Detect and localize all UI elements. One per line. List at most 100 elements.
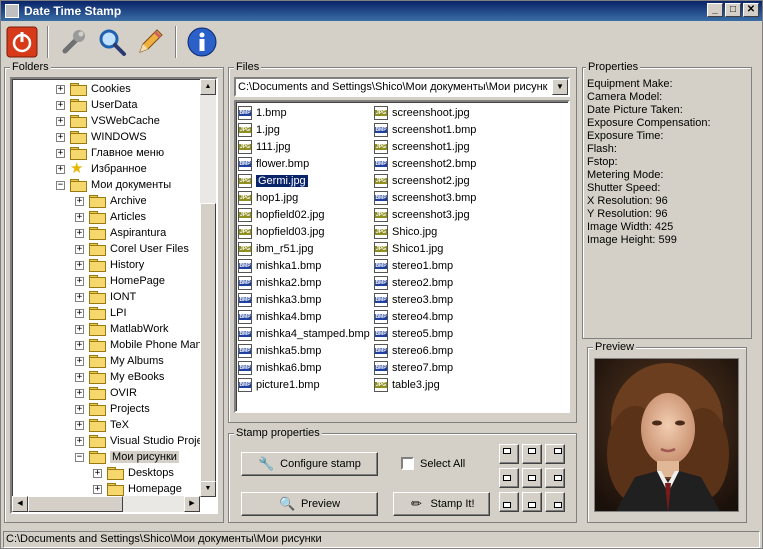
close-button[interactable]: ✕ [743, 3, 759, 17]
file-item[interactable]: JPG Germi.jpg [238, 172, 308, 189]
expand-icon[interactable]: + [56, 116, 65, 126]
magnifier-icon[interactable] [95, 25, 129, 59]
expand-icon[interactable]: + [93, 468, 102, 478]
expand-icon[interactable]: + [75, 276, 84, 286]
scroll-up-button[interactable]: ▲ [200, 79, 216, 95]
tree-item[interactable]: + ★ Избранное [56, 161, 147, 177]
stamp-position-middle-right-button[interactable] [545, 468, 565, 488]
tree-item[interactable]: + Archive [75, 193, 147, 209]
file-item[interactable]: BMP stereo4.bmp [374, 308, 453, 325]
file-item[interactable]: BMP mishka6.bmp [238, 359, 321, 376]
tree-item[interactable]: + HomePage [75, 273, 165, 289]
expand-icon[interactable]: + [75, 308, 84, 318]
tree-item[interactable]: − Мои рисунки [75, 449, 179, 465]
path-combobox[interactable]: C:\Documents and Settings\Shico\Мои доку… [234, 77, 570, 97]
file-item[interactable]: JPG screenshoot.jpg [374, 104, 470, 121]
file-item[interactable]: BMP screenshot3.bmp [374, 189, 476, 206]
collapse-icon[interactable]: − [56, 180, 65, 190]
file-item[interactable]: BMP mishka5.bmp [238, 342, 321, 359]
preview-button[interactable]: 🔍 Preview [241, 492, 378, 516]
scroll-down-button[interactable]: ▼ [200, 481, 216, 497]
hscroll-thumb[interactable] [28, 496, 123, 512]
minimize-button[interactable]: _ [707, 3, 723, 17]
file-item[interactable]: BMP flower.bmp [238, 155, 309, 172]
stamp-position-center-button[interactable] [522, 468, 542, 488]
file-item[interactable]: JPG hop1.jpg [238, 189, 298, 206]
expand-icon[interactable]: + [75, 196, 84, 206]
tree-item[interactable]: + OVIR [75, 385, 137, 401]
expand-icon[interactable]: + [56, 132, 65, 142]
tree-item[interactable]: + Projects [75, 401, 150, 417]
file-item[interactable]: BMP stereo7.bmp [374, 359, 453, 376]
select-all-checkbox[interactable]: Select All [401, 457, 465, 470]
expand-icon[interactable]: + [56, 164, 65, 174]
expand-icon[interactable]: + [75, 356, 84, 366]
file-item[interactable]: BMP screenshot1.bmp [374, 121, 476, 138]
expand-icon[interactable]: + [75, 404, 84, 414]
file-item[interactable]: BMP stereo2.bmp [374, 274, 453, 291]
expand-icon[interactable]: + [75, 436, 84, 446]
tree-item[interactable]: + LPI [75, 305, 127, 321]
checkbox-box[interactable] [401, 457, 414, 470]
expand-icon[interactable]: + [75, 372, 84, 382]
expand-icon[interactable]: + [75, 292, 84, 302]
tree-item[interactable]: + Cookies [56, 81, 131, 97]
maximize-button[interactable]: □ [725, 3, 741, 17]
file-item[interactable]: BMP 1.bmp [238, 104, 287, 121]
expand-icon[interactable]: + [75, 340, 84, 350]
file-item[interactable]: JPG screenshot1.jpg [374, 138, 470, 155]
folder-tree-hscrollbar[interactable]: ◀ ▶ [12, 496, 200, 512]
stamp-position-bottom-center-button[interactable] [522, 492, 542, 512]
expand-icon[interactable]: + [93, 484, 102, 494]
expand-icon[interactable]: + [56, 148, 65, 158]
stamp-it-button[interactable]: ✏ Stamp It! [393, 492, 490, 516]
stamp-position-top-center-button[interactable] [522, 444, 542, 464]
pencil-icon[interactable] [133, 25, 167, 59]
file-item[interactable]: JPG hopfield02.jpg [238, 206, 325, 223]
tree-item[interactable]: + Aspirantura [75, 225, 166, 241]
collapse-icon[interactable]: − [75, 452, 84, 462]
tree-item[interactable]: + My Albums [75, 353, 164, 369]
tree-item[interactable]: + Desktops [93, 465, 174, 481]
tree-item[interactable]: + Главное меню [56, 145, 164, 161]
file-item[interactable]: JPG Shico.jpg [374, 223, 437, 240]
file-item[interactable]: JPG hopfield03.jpg [238, 223, 325, 240]
tree-item[interactable]: + UserData [56, 97, 137, 113]
tree-item[interactable]: + Corel User Files [75, 241, 189, 257]
tree-item[interactable]: + TeX [75, 417, 129, 433]
file-item[interactable]: BMP mishka4.bmp [238, 308, 321, 325]
folder-tree-vscrollbar[interactable]: ▲ ▼ [200, 79, 216, 497]
configure-stamp-button[interactable]: 🔧 Configure stamp [241, 452, 378, 476]
file-list[interactable]: BMP 1.bmp JPG 1.jpg JPG 111.jpg BMP flower.bmp J… [234, 100, 570, 413]
expand-icon[interactable]: + [75, 228, 84, 238]
folder-tree[interactable]: + Cookies + UserData + VSWebCache + WINDOWS + Гла… [10, 77, 218, 514]
stamp-position-top-left-button[interactable] [499, 444, 519, 464]
tree-item[interactable]: + History [75, 257, 144, 273]
power-icon[interactable] [5, 25, 39, 59]
stamp-position-bottom-right-button[interactable] [545, 492, 565, 512]
file-item[interactable]: BMP stereo5.bmp [374, 325, 453, 342]
expand-icon[interactable]: + [75, 388, 84, 398]
tree-item[interactable]: + Homepage [93, 481, 182, 497]
chevron-down-icon[interactable]: ▼ [552, 79, 568, 95]
tree-item[interactable]: + Visual Studio Projec [75, 433, 208, 449]
scroll-right-button[interactable]: ▶ [184, 496, 200, 512]
file-item[interactable]: JPG screenshot3.jpg [374, 206, 470, 223]
expand-icon[interactable]: + [75, 420, 84, 430]
info-icon[interactable] [185, 25, 219, 59]
file-item[interactable]: BMP mishka3.bmp [238, 291, 321, 308]
tree-item[interactable]: + MatlabWork [75, 321, 168, 337]
expand-icon[interactable]: + [75, 324, 84, 334]
file-item[interactable]: BMP picture1.bmp [238, 376, 320, 393]
stamp-position-bottom-left-button[interactable] [499, 492, 519, 512]
file-item[interactable]: JPG Shico1.jpg [374, 240, 443, 257]
expand-icon[interactable]: + [75, 260, 84, 270]
tree-item[interactable]: + WINDOWS [56, 129, 147, 145]
tree-item[interactable]: + Mobile Phone Mana [75, 337, 208, 353]
file-item[interactable]: BMP mishka2.bmp [238, 274, 321, 291]
expand-icon[interactable]: + [75, 212, 84, 222]
expand-icon[interactable]: + [56, 100, 65, 110]
expand-icon[interactable]: + [75, 244, 84, 254]
file-item[interactable]: BMP stereo6.bmp [374, 342, 453, 359]
title-bar[interactable]: Date Time Stamp _ □ ✕ [1, 1, 762, 21]
